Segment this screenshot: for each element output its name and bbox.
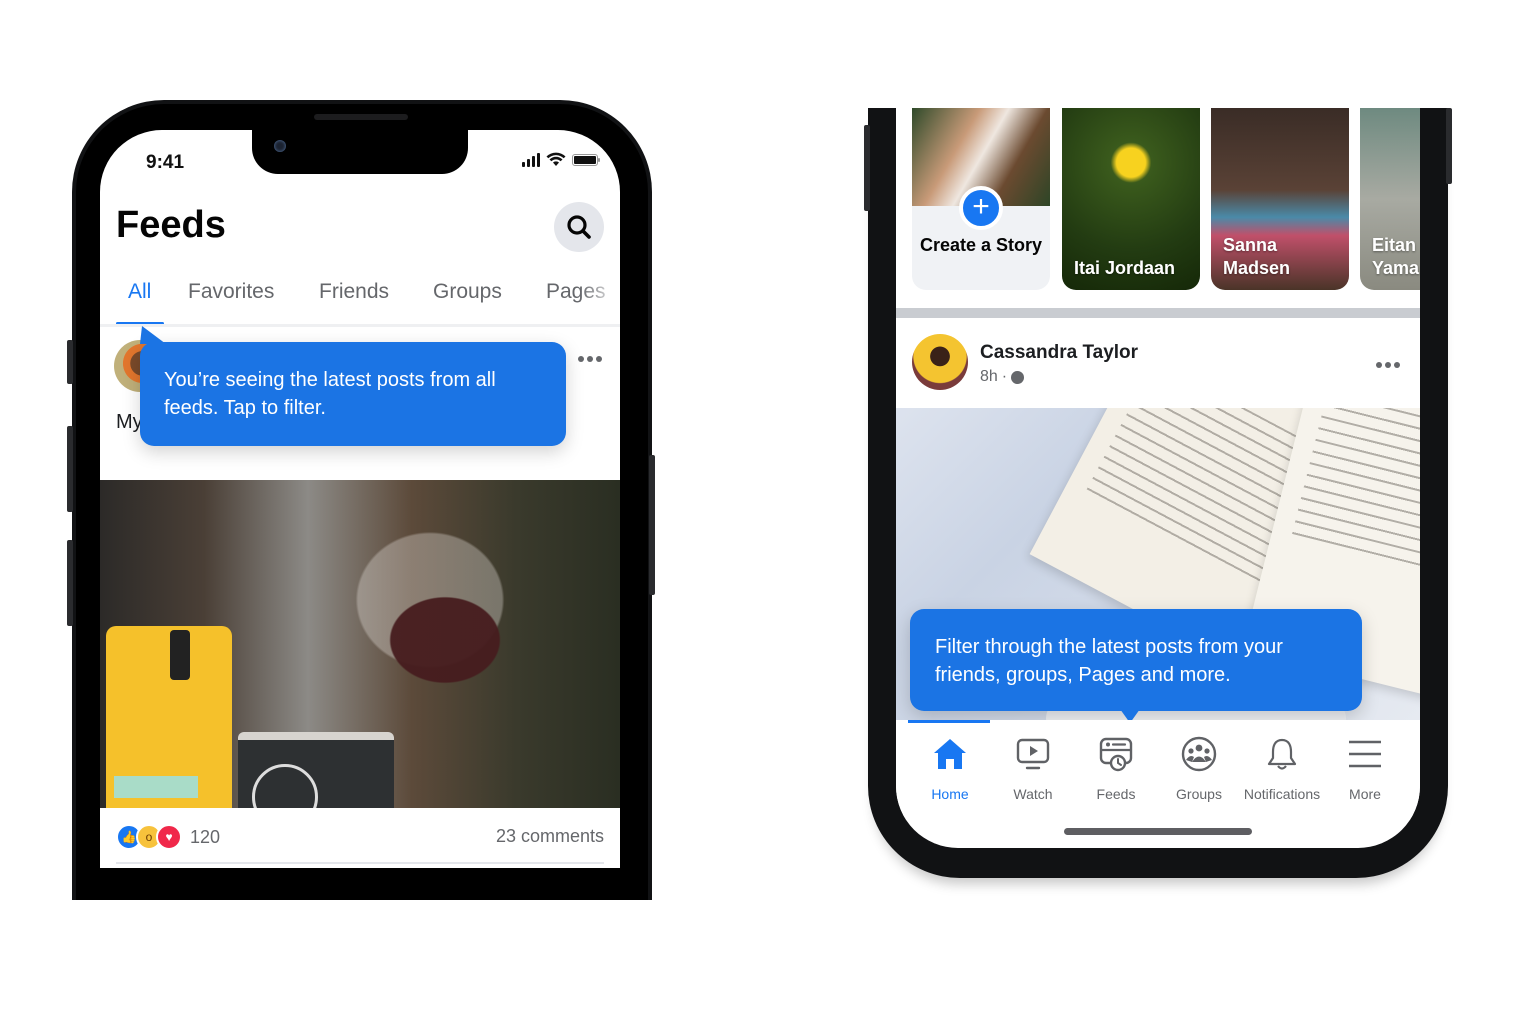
feed-tabs: All Favorites Friends Groups Pages (100, 280, 620, 325)
meta-separator: · (1001, 368, 1008, 385)
comments-count[interactable]: 23 comments (496, 826, 604, 847)
wifi-icon (546, 152, 566, 166)
home-icon (934, 739, 966, 769)
tab-friends[interactable]: Friends (319, 280, 389, 304)
signal-icon (522, 152, 540, 167)
post-author-avatar[interactable] (912, 334, 968, 390)
nav-notifications[interactable]: Notifications (1240, 734, 1324, 802)
nav-label: Feeds (1096, 786, 1136, 802)
battery-icon (572, 153, 600, 166)
tab-all[interactable]: All (128, 280, 151, 304)
story-author: Eitan Yama (1372, 235, 1420, 278)
coffee-mug (238, 732, 394, 808)
notch (252, 130, 468, 174)
home-indicator[interactable] (1064, 828, 1252, 835)
status-time: 9:41 (146, 152, 185, 173)
story-author: Sanna Madsen (1223, 235, 1291, 278)
watch-icon (1016, 738, 1050, 770)
phone-power-button (1446, 108, 1452, 184)
left-phone-screen: 9:41 Feeds All Favorites Friends Groups … (100, 130, 620, 868)
story-author: Itai Jordaan (1074, 258, 1176, 278)
speaker-grille (314, 114, 408, 120)
feeds-nav-tooltip[interactable]: Filter through the latest posts from you… (910, 609, 1362, 723)
search-icon (567, 215, 591, 239)
right-phone-screen: + Create a Story Itai Jordaan Sanna Mads… (896, 108, 1420, 848)
post-time: 8h (980, 368, 998, 385)
reactions-summary[interactable]: 👍 o ♥ 120 (116, 824, 220, 850)
section-divider (896, 308, 1420, 318)
stories-tray: + Create a Story Itai Jordaan Sanna Mads… (896, 108, 1420, 308)
plus-icon: + (959, 186, 1003, 230)
status-icons (522, 152, 600, 167)
nav-label: More (1349, 786, 1381, 802)
coffee-bag (106, 626, 232, 808)
page-title: Feeds (116, 204, 226, 246)
phone-volume-down (67, 540, 73, 626)
nav-label: Watch (1013, 786, 1053, 802)
tab-favorites[interactable]: Favorites (188, 280, 274, 304)
create-story-card[interactable]: + Create a Story (912, 108, 1050, 290)
nav-label: Groups (1176, 786, 1222, 802)
nav-more[interactable]: More (1323, 734, 1407, 802)
story-card[interactable]: Itai Jordaan (1062, 108, 1200, 290)
globe-icon (1011, 370, 1025, 384)
nav-label: Notifications (1243, 786, 1321, 802)
post-divider (116, 862, 604, 864)
tab-groups[interactable]: Groups (433, 280, 502, 304)
search-button[interactable] (554, 202, 604, 252)
tooltip-text: You’re seeing the latest posts from all … (164, 369, 496, 419)
feeds-tooltip[interactable]: You’re seeing the latest posts from all … (140, 326, 566, 446)
nav-watch[interactable]: Watch (991, 734, 1075, 802)
post-more-icon[interactable] (578, 356, 602, 362)
phone-volume-up (67, 426, 73, 512)
bell-icon (1267, 738, 1297, 770)
post-author-name[interactable]: Cassandra Taylor (980, 342, 1138, 364)
phone-side-button (864, 125, 870, 211)
reaction-count: 120 (190, 826, 221, 847)
groups-icon (1181, 736, 1217, 772)
nav-feeds[interactable]: Feeds (1074, 734, 1158, 802)
camera-icon (274, 140, 286, 152)
bottom-nav: Home Watch Feeds Groups Notifications Mo… (896, 720, 1420, 820)
nav-label: Home (931, 786, 969, 802)
menu-icon (1349, 740, 1381, 768)
nav-home[interactable]: Home (908, 734, 992, 802)
tabs-fade (580, 275, 620, 315)
love-reaction-icon: ♥ (156, 824, 182, 850)
story-card[interactable]: Sanna Madsen (1211, 108, 1349, 290)
post-meta: 8h · (980, 368, 1025, 386)
nav-groups[interactable]: Groups (1157, 734, 1241, 802)
tabs-divider (100, 324, 620, 327)
phone-side-button (67, 340, 73, 384)
tooltip-text: Filter through the latest posts from you… (935, 636, 1283, 686)
feeds-icon (1099, 737, 1133, 772)
home-indicator-bar (908, 720, 990, 723)
post-more-icon[interactable] (1376, 362, 1400, 368)
post-photo-coffee[interactable] (100, 480, 620, 808)
phone-power-button (649, 455, 655, 595)
create-story-label: Create a Story (919, 235, 1043, 255)
story-card[interactable]: Eitan Yama (1360, 108, 1420, 290)
